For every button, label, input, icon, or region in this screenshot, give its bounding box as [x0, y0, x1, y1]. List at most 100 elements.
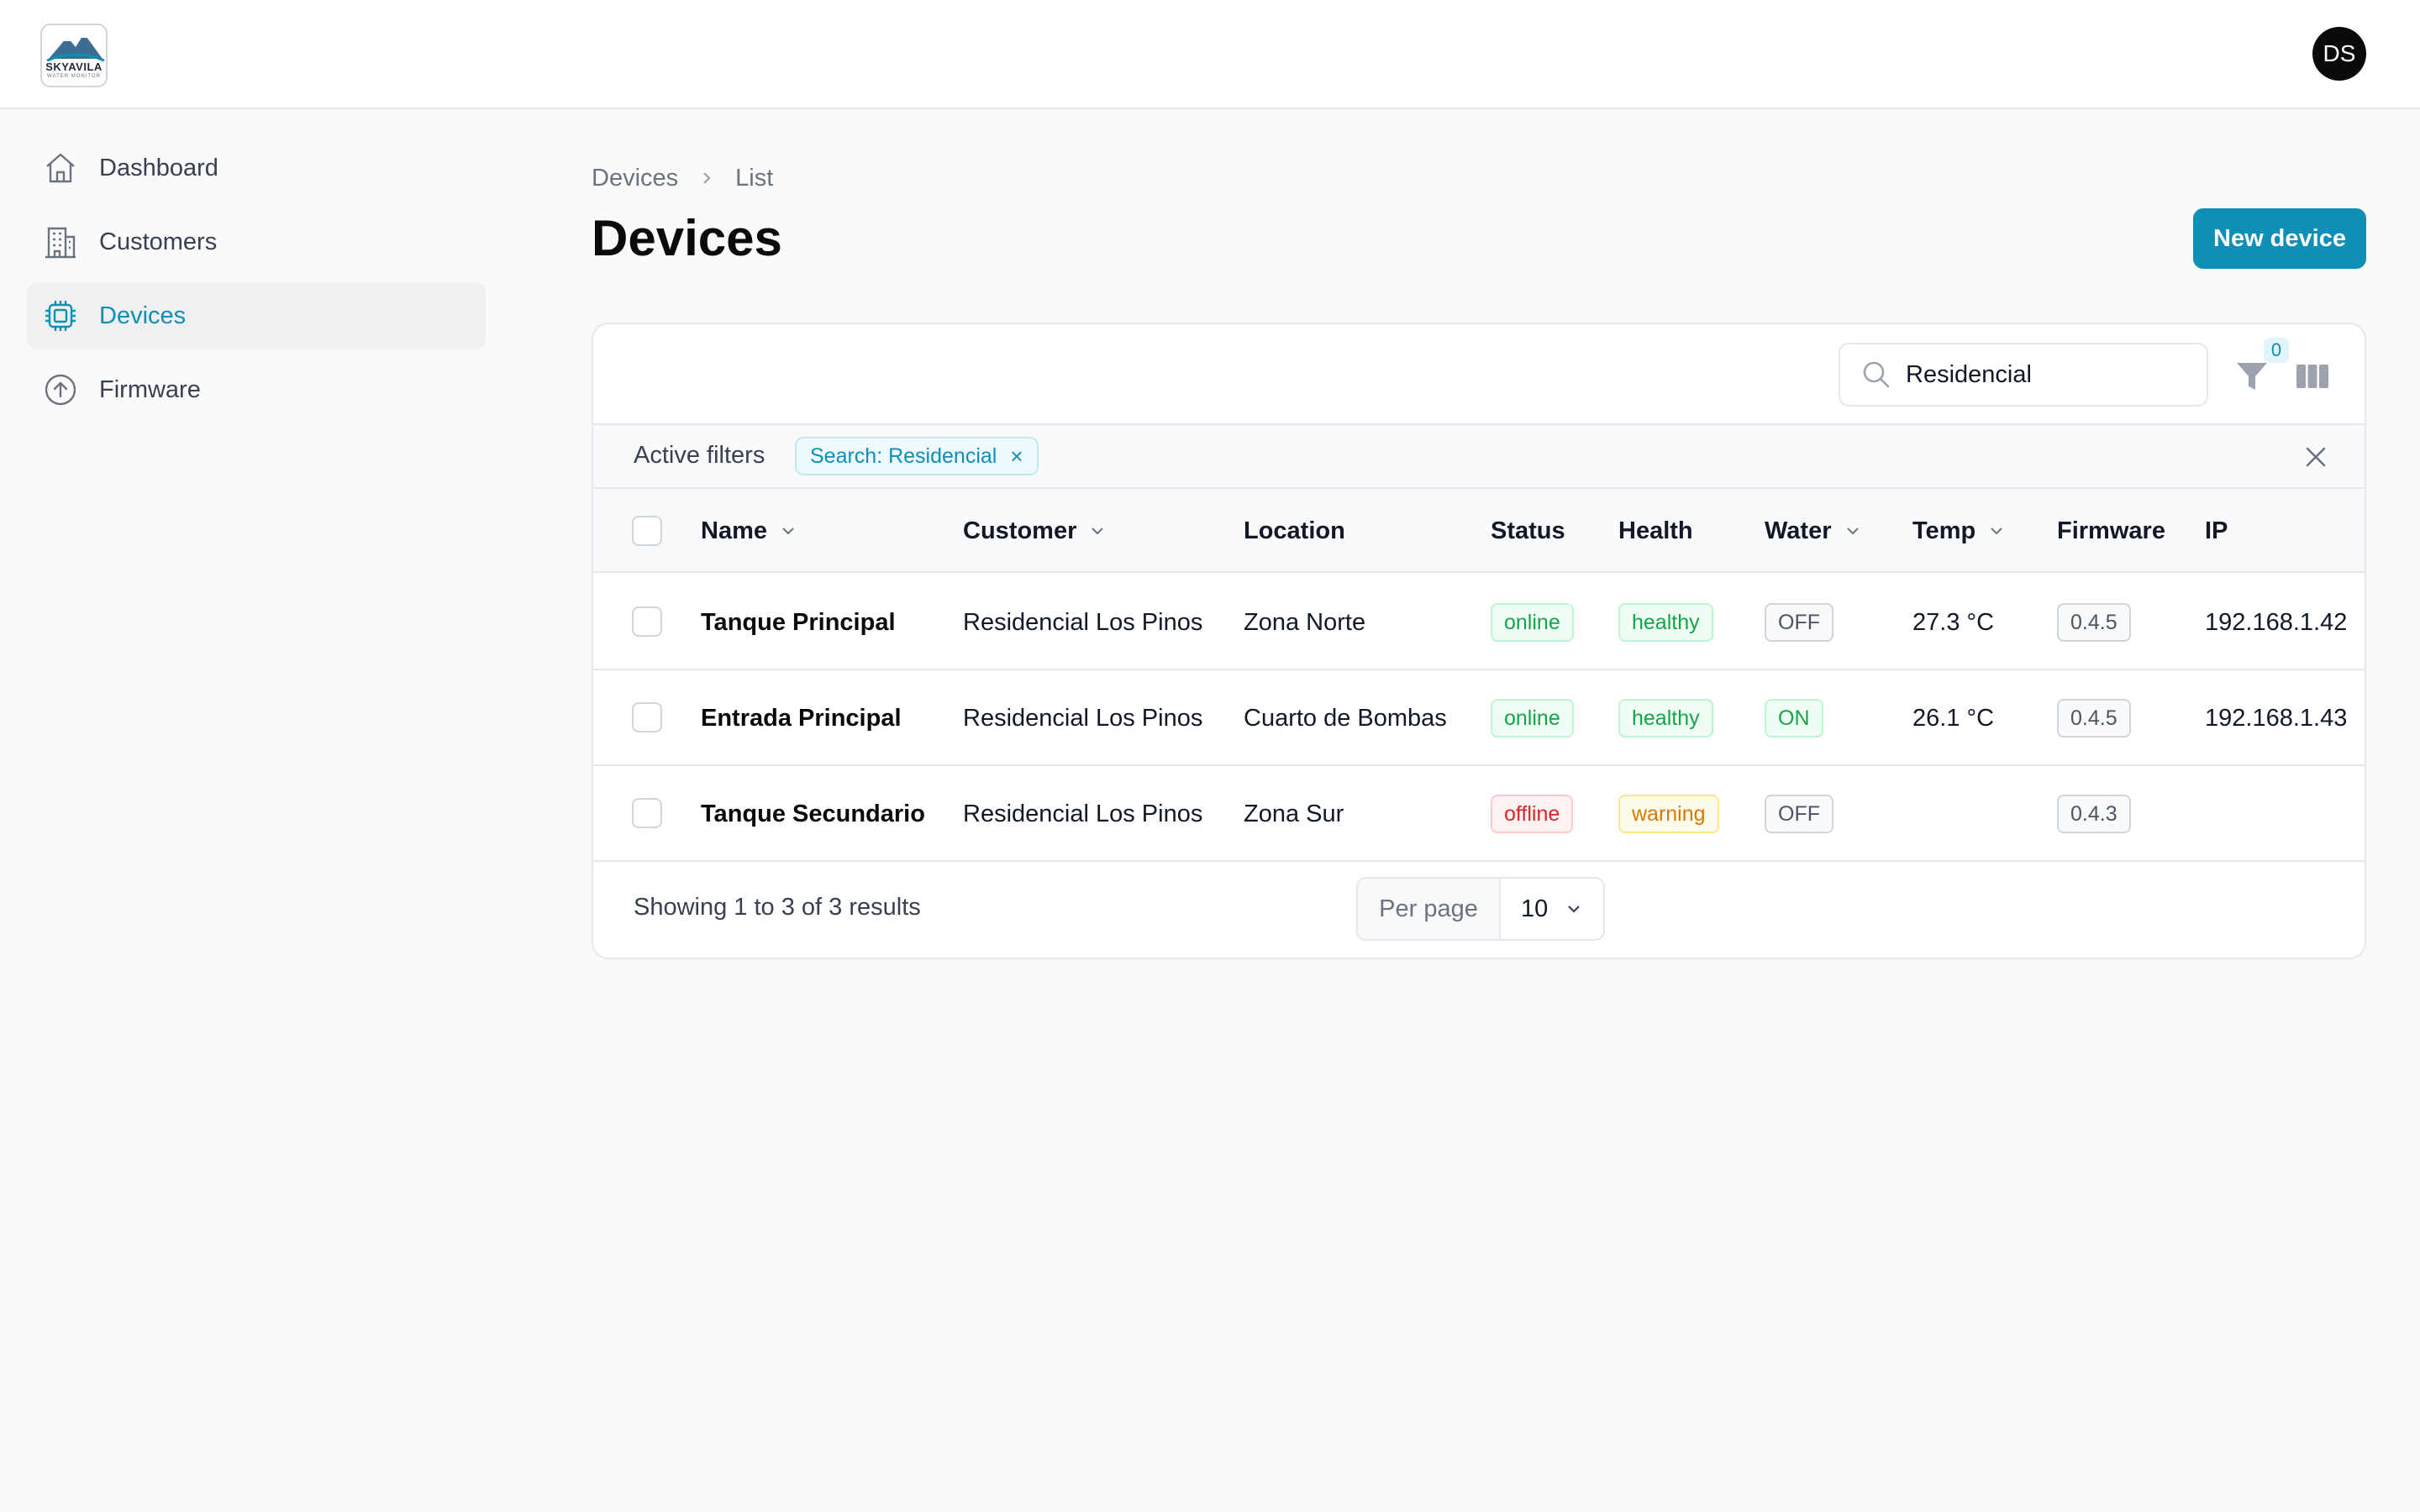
table-row[interactable]: Entrada Principal Residencial Los Pinos … [593, 670, 2365, 766]
health-badge: healthy [1618, 603, 1713, 642]
health-badge: healthy [1618, 699, 1713, 738]
device-temp: 26.1 °C [1912, 704, 1995, 732]
logo-text: SKYAVILA [45, 60, 103, 73]
sort-chevron-icon [1088, 522, 1107, 540]
status-badge: online [1491, 699, 1574, 738]
row-checkbox[interactable] [632, 702, 662, 732]
column-header-location: Location [1244, 489, 1345, 573]
device-ip: 192.168.1.42 [2205, 608, 2348, 636]
sidebar-item-customers[interactable]: Customers [27, 208, 486, 276]
devices-table-card: 0 Active filters Search: Residencial × N… [592, 323, 2366, 959]
breadcrumb: Devices List [592, 161, 773, 195]
brand-logo[interactable]: SKYAVILA WATER MONITOR [40, 24, 108, 87]
table-toolbar: 0 [593, 324, 2365, 425]
table-footer: Showing 1 to 3 of 3 results Per page 10 [593, 858, 2365, 958]
sort-chevron-icon [779, 522, 797, 540]
column-header-label: Status [1491, 517, 1565, 544]
per-page-select[interactable]: Per page 10 [1356, 877, 1605, 941]
sidebar-item-firmware[interactable]: Firmware [27, 356, 486, 423]
upload-circle-icon [42, 371, 79, 408]
clear-filters-close-icon[interactable] [2301, 442, 2331, 472]
row-checkbox[interactable] [632, 798, 662, 828]
column-header-water[interactable]: Water [1765, 489, 1862, 573]
active-filters-bar: Active filters Search: Residencial × [593, 425, 2365, 489]
sidebar-item-label: Customers [99, 228, 218, 255]
water-badge: OFF [1765, 603, 1833, 642]
search-box[interactable] [1839, 343, 2208, 407]
sidebar-item-label: Firmware [99, 375, 201, 403]
device-location: Zona Norte [1244, 608, 1366, 636]
status-badge: online [1491, 603, 1574, 642]
logo-subtext: WATER MONITOR [47, 74, 101, 79]
column-header-label: Customer [963, 517, 1077, 544]
table-row[interactable]: Tanque Secundario Residencial Los Pinos … [593, 766, 2365, 862]
home-icon [42, 150, 79, 186]
results-summary: Showing 1 to 3 of 3 results [634, 894, 921, 921]
device-location: Zona Sur [1244, 800, 1344, 827]
device-ip: 192.168.1.43 [2205, 704, 2348, 732]
sidebar: Dashboard Customers Devices Firmware [27, 134, 486, 430]
device-customer: Residencial Los Pinos [963, 704, 1203, 732]
sidebar-item-label: Dashboard [99, 154, 218, 181]
search-input[interactable] [1906, 360, 2183, 389]
water-badge: OFF [1765, 795, 1833, 833]
column-header-label: Location [1244, 517, 1345, 544]
remove-filter-icon[interactable]: × [1010, 444, 1023, 470]
building-icon [42, 223, 79, 260]
chip-icon [42, 297, 79, 334]
device-name[interactable]: Entrada Principal [701, 670, 902, 766]
filter-count-badge: 0 [2264, 338, 2289, 363]
breadcrumb-parent[interactable]: Devices [592, 165, 678, 192]
mountain-icon [46, 34, 105, 62]
health-badge: warning [1618, 795, 1719, 833]
per-page-dropdown[interactable]: 10 [1501, 879, 1603, 939]
per-page-label: Per page [1358, 879, 1501, 939]
sort-chevron-icon [1844, 522, 1862, 540]
column-header-name[interactable]: Name [701, 489, 797, 573]
sidebar-item-devices[interactable]: Devices [27, 282, 486, 349]
device-customer: Residencial Los Pinos [963, 608, 1203, 636]
search-icon [1863, 361, 1890, 388]
column-header-label: Temp [1912, 517, 1976, 544]
device-name[interactable]: Tanque Principal [701, 575, 896, 670]
row-checkbox[interactable] [632, 606, 662, 637]
filter-chip-search: Search: Residencial × [795, 437, 1039, 475]
select-all-checkbox[interactable] [632, 516, 662, 546]
breadcrumb-current: List [735, 164, 774, 192]
firmware-badge: 0.4.3 [2057, 795, 2131, 833]
column-header-ip: IP [2205, 489, 2228, 573]
chevron-down-icon [1565, 900, 1583, 918]
filter-chip-label: Search: Residencial [810, 444, 997, 468]
column-header-label: Water [1765, 517, 1832, 544]
columns-icon[interactable] [2294, 358, 2331, 395]
user-avatar[interactable]: DS [2312, 27, 2366, 81]
status-badge: offline [1491, 795, 1574, 833]
sidebar-item-dashboard[interactable]: Dashboard [27, 134, 486, 202]
table-row[interactable]: Tanque Principal Residencial Los Pinos Z… [593, 575, 2365, 670]
column-header-health: Health [1618, 489, 1693, 573]
column-header-label: IP [2205, 517, 2228, 544]
sidebar-item-label: Devices [99, 302, 187, 329]
table-header: Name Customer Location Status Health Wat… [593, 489, 2365, 573]
column-header-label: Firmware [2057, 517, 2165, 544]
firmware-badge: 0.4.5 [2057, 603, 2131, 642]
chevron-right-icon [698, 170, 715, 186]
device-location: Cuarto de Bombas [1244, 704, 1447, 732]
column-header-status: Status [1491, 489, 1565, 573]
firmware-badge: 0.4.5 [2057, 699, 2131, 738]
device-temp: 27.3 °C [1912, 608, 1995, 636]
column-header-customer[interactable]: Customer [963, 489, 1107, 573]
sort-chevron-icon [1987, 522, 2006, 540]
device-name[interactable]: Tanque Secundario [701, 766, 925, 862]
top-bar: SKYAVILA WATER MONITOR DS [0, 0, 2420, 109]
per-page-value: 10 [1521, 895, 1549, 922]
column-header-label: Name [701, 517, 767, 544]
page-title: Devices [592, 210, 782, 266]
filter-icon[interactable] [2233, 358, 2270, 395]
column-header-temp[interactable]: Temp [1912, 489, 2006, 573]
new-device-button[interactable]: New device [2193, 208, 2366, 269]
device-customer: Residencial Los Pinos [963, 800, 1203, 827]
water-badge: ON [1765, 699, 1823, 738]
column-header-firmware: Firmware [2057, 489, 2165, 573]
column-header-label: Health [1618, 517, 1693, 544]
